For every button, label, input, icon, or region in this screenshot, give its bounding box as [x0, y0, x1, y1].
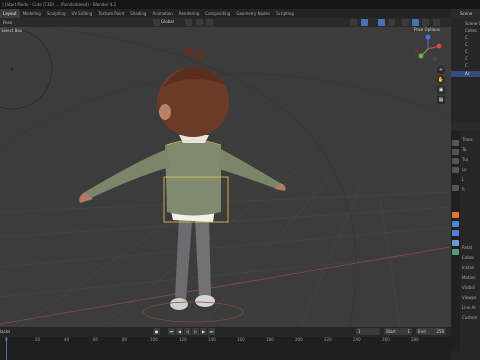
window-title: ] (Start Mode - Cute (T3D) ... (Renderbl… — [0, 0, 480, 9]
prop-visibility[interactable]: Visibili — [462, 284, 480, 291]
tab-rendering[interactable]: Rendering — [176, 9, 202, 18]
prop-custom-properties[interactable]: Custom — [462, 314, 480, 321]
frame-tick: 160 — [237, 337, 245, 342]
frame-tick: 140 — [208, 337, 216, 342]
end-value: 250 — [436, 329, 444, 334]
outliner-row-selected[interactable]: Ar — [451, 71, 480, 77]
output-tab-icon[interactable] — [452, 158, 459, 164]
data-tab-icon[interactable] — [452, 249, 459, 255]
start-frame-field[interactable]: Start 1 — [384, 328, 412, 335]
frame-tick: 240 — [353, 337, 361, 342]
gizmo-icon[interactable] — [361, 19, 368, 26]
frame-tick: 40 — [64, 337, 70, 342]
navigation-gizmo[interactable] — [413, 34, 443, 64]
frame-tick: 120 — [179, 337, 187, 342]
prop-row[interactable]: Lo — [462, 166, 480, 173]
outliner-row[interactable]: Scene Col — [451, 21, 480, 27]
shading-options-icon[interactable] — [433, 19, 440, 26]
pose-options-button[interactable]: Pose Options — [414, 27, 440, 32]
view-layer-tab-icon[interactable] — [452, 167, 459, 173]
tab-texture-paint[interactable]: Texture Paint — [95, 9, 127, 18]
current-frame-field[interactable]: 1 — [356, 328, 380, 335]
frame-tick: 60 — [93, 337, 99, 342]
prop-row[interactable]: Ta — [462, 146, 480, 153]
mode-select[interactable]: Pose — [0, 20, 15, 25]
visibility-icon[interactable] — [350, 19, 357, 26]
frame-tick: 20 — [35, 337, 41, 342]
tab-uv-editing[interactable]: UV Editing — [69, 9, 96, 18]
snap-icon[interactable] — [196, 19, 203, 26]
overlay-icon[interactable] — [378, 19, 385, 26]
proportional-icon[interactable] — [206, 19, 213, 26]
outliner-row[interactable]: C — [451, 56, 480, 62]
tab-shading[interactable]: Shading — [127, 9, 149, 18]
jump-start-icon[interactable]: ⏮ — [168, 328, 175, 335]
frame-tick: 0 — [5, 337, 8, 342]
frame-tick: 200 — [295, 337, 303, 342]
frame-tick: 220 — [324, 337, 332, 342]
prop-row[interactable]: Tra — [462, 156, 480, 163]
frame-tick: 100 — [150, 337, 158, 342]
playback-menu[interactable]: lacks — [0, 329, 10, 334]
grid-icon[interactable]: ▦ — [437, 96, 445, 104]
shading-material-icon[interactable] — [412, 19, 419, 26]
physics-tab-icon[interactable] — [452, 230, 459, 236]
constraints-tab-icon[interactable] — [452, 240, 459, 246]
orientation-icon[interactable] — [153, 19, 160, 26]
tool-tab-icon[interactable] — [452, 140, 459, 146]
shading-solid-icon[interactable] — [402, 19, 409, 26]
next-key-icon[interactable]: ▶ — [200, 328, 207, 335]
outliner-row[interactable]: Collec — [451, 28, 480, 34]
frame-tick: 80 — [122, 337, 128, 342]
outliner-row[interactable]: C — [451, 63, 480, 69]
render-tab-icon[interactable] — [452, 149, 459, 155]
record-icon[interactable]: ● — [153, 328, 160, 335]
prop-row[interactable]: R — [462, 186, 480, 193]
xray-icon[interactable] — [388, 19, 395, 26]
outliner-header: Scene — [451, 9, 480, 18]
tab-animation[interactable]: Animation — [149, 9, 175, 18]
hand-icon[interactable]: ✋ — [437, 76, 445, 84]
prop-relations[interactable]: Relat — [462, 244, 480, 251]
select-box-tool[interactable]: Select Box — [1, 28, 22, 33]
prop-transform[interactable]: Trans — [462, 136, 480, 143]
workspace-tabs: Layout Modeling Sculpting UV Editing Tex… — [0, 9, 451, 18]
play-icon[interactable]: ▷ — [192, 328, 199, 335]
outliner-row[interactable]: C — [451, 49, 480, 55]
play-reverse-icon[interactable]: ◁ — [184, 328, 191, 335]
jump-end-icon[interactable]: ⏭ — [208, 328, 215, 335]
start-label: Start — [386, 329, 396, 334]
pivot-icon[interactable] — [185, 19, 192, 26]
shading-rendered-icon[interactable] — [422, 19, 429, 26]
outliner-row[interactable]: C — [451, 35, 480, 41]
frame-tick: 260 — [382, 337, 390, 342]
modifiers-tab-icon[interactable] — [452, 221, 459, 227]
prop-instancing[interactable]: Instan — [462, 264, 480, 271]
prev-key-icon[interactable]: ◀ — [176, 328, 183, 335]
prop-viewport-display[interactable]: Viewpo — [462, 294, 480, 301]
properties-header — [451, 122, 480, 131]
camera-icon[interactable]: ▣ — [437, 86, 445, 94]
character-model[interactable] — [75, 27, 295, 327]
tab-modeling[interactable]: Modeling — [20, 9, 44, 18]
object-tab-icon[interactable] — [452, 212, 459, 218]
tab-geometry-nodes[interactable]: Geometry Nodes — [233, 9, 273, 18]
frame-tick: 280 — [411, 337, 419, 342]
tab-scripting[interactable]: Scripting — [273, 9, 297, 18]
prop-row[interactable]: L — [462, 176, 480, 183]
end-label: End — [418, 329, 426, 334]
zoom-icon[interactable]: + — [437, 66, 445, 74]
transform-orientation[interactable]: Global — [161, 19, 174, 24]
prop-line-art[interactable]: Line Ar — [462, 304, 480, 311]
frame-tick: 180 — [266, 337, 274, 342]
outliner-row[interactable]: C — [451, 42, 480, 48]
tab-compositing[interactable]: Compositing — [202, 9, 233, 18]
start-value: 1 — [407, 329, 410, 334]
world-tab-icon[interactable] — [452, 185, 459, 191]
tab-layout[interactable]: Layout — [0, 9, 20, 18]
prop-collections[interactable]: Collec — [462, 254, 480, 261]
prop-motion-paths[interactable]: Motion — [462, 274, 480, 281]
tab-sculpting[interactable]: Sculpting — [44, 9, 69, 18]
end-frame-field[interactable]: End 250 — [416, 328, 446, 335]
